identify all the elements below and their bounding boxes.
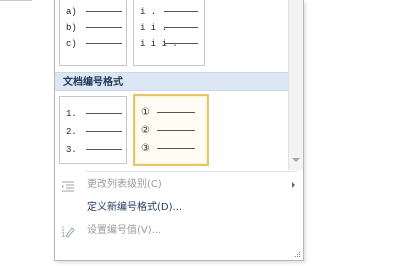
- tile-marker: a): [66, 7, 77, 17]
- numbering-tile-letters[interactable]: a) b) c): [59, 0, 127, 66]
- scroll-down-icon[interactable]: [292, 158, 300, 162]
- tile-line: [86, 27, 122, 29]
- tile-marker: 2.: [66, 127, 77, 137]
- tile-marker: i i i .: [140, 39, 178, 49]
- numbering-menu: 更改列表级别(C) 定义新编号格式(D)... 1 1 设置编号值(V)...: [55, 170, 303, 260]
- numbering-library-dropdown: a) b) c) i . i i . i i i . 文档编号格式 1. 2. …: [54, 0, 304, 261]
- tile-line: [157, 112, 195, 114]
- set-numbering-value-item[interactable]: 1 1 设置编号值(V)...: [55, 220, 303, 242]
- document-numbering-formats-header: 文档编号格式: [55, 72, 288, 91]
- numbering-value-icon: 1 1: [61, 224, 75, 239]
- tile-marker: ③: [141, 143, 150, 154]
- resize-grip-icon[interactable]: [295, 252, 301, 258]
- tile-line: [86, 149, 122, 151]
- tile-line: [86, 43, 122, 45]
- tile-marker: ①: [141, 107, 150, 118]
- tile-marker: i i .: [140, 23, 168, 33]
- tile-line: [86, 11, 122, 13]
- tile-line: [164, 27, 198, 29]
- numbering-tile-roman[interactable]: i . i i . i i i .: [133, 0, 205, 66]
- define-new-number-format-item[interactable]: 定义新编号格式(D)...: [55, 197, 303, 219]
- tile-line: [157, 148, 195, 150]
- numbering-gallery: a) b) c) i . i i . i i i . 文档编号格式 1. 2. …: [55, 0, 288, 170]
- tile-line: [86, 113, 122, 115]
- numbering-tile-circled-selected[interactable]: ① ② ③: [133, 94, 209, 166]
- numbering-tile-numeric[interactable]: 1. 2. 3.: [59, 96, 127, 164]
- tile-marker: ②: [141, 125, 150, 136]
- tile-marker: 1.: [66, 109, 77, 119]
- define-new-number-format-label: 定义新编号格式(D)...: [87, 202, 183, 213]
- svg-text:1: 1: [61, 226, 65, 233]
- document-edge: [0, 0, 32, 3]
- tile-line: [164, 11, 198, 13]
- indent-level-icon: [61, 178, 75, 192]
- change-list-level-label: 更改列表级别(C): [87, 179, 162, 190]
- tile-line: [86, 131, 122, 133]
- set-numbering-value-label: 设置编号值(V)...: [87, 225, 162, 236]
- tile-line: [157, 130, 195, 132]
- menu-separator: [85, 171, 297, 172]
- tile-marker: 3.: [66, 145, 77, 155]
- submenu-arrow-icon: [292, 182, 295, 188]
- tile-line: [164, 43, 198, 45]
- tile-marker: i .: [140, 7, 157, 17]
- tile-marker: c): [66, 39, 77, 49]
- change-list-level-item[interactable]: 更改列表级别(C): [55, 174, 303, 196]
- tile-marker: b): [66, 23, 77, 33]
- gallery-scrollbar[interactable]: [288, 0, 303, 170]
